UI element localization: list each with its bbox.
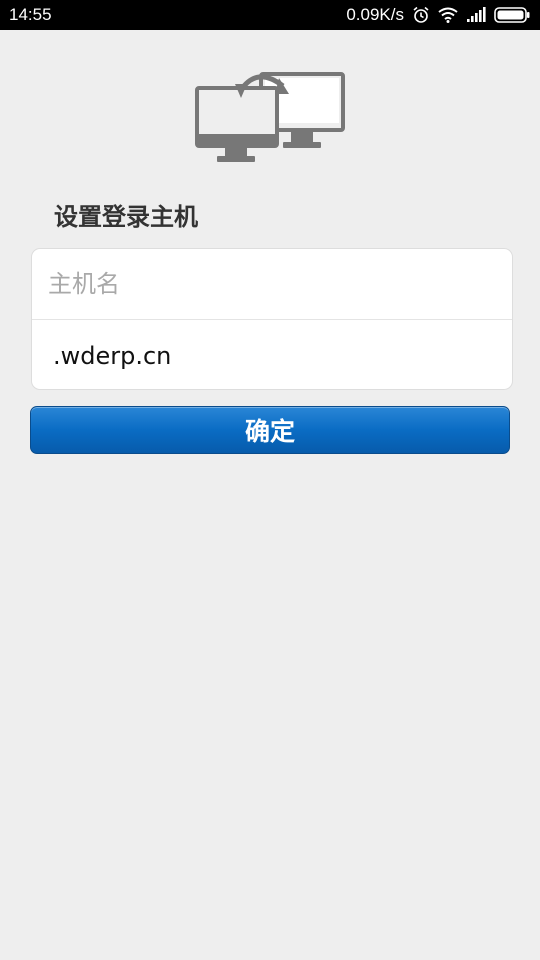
signal-icon — [466, 7, 486, 23]
wifi-icon — [438, 7, 458, 23]
domain-suffix-input[interactable] — [32, 320, 512, 389]
host-name-input[interactable] — [32, 249, 512, 320]
host-form — [31, 248, 513, 390]
status-icons: 0.09K/s — [346, 5, 530, 25]
alarm-icon — [412, 6, 430, 24]
confirm-button[interactable]: 确定 — [30, 406, 510, 454]
page-title: 设置登录主机 — [54, 203, 198, 231]
battery-icon — [494, 7, 530, 23]
network-speed: 0.09K/s — [346, 5, 404, 24]
status-time: 14:55 — [9, 5, 52, 24]
status-bar: 14:55 0.09K/s — [0, 0, 540, 30]
two-monitors-sync-icon — [195, 72, 345, 166]
